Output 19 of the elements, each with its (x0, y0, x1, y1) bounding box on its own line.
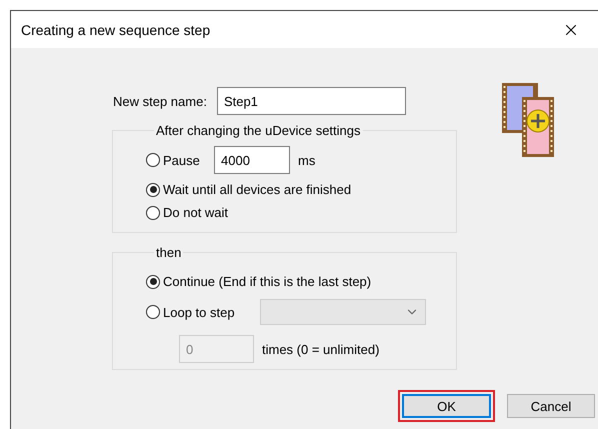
step-name-field[interactable]: Step1 (216, 87, 406, 115)
radio-label[interactable]: Continue (End if this is the last step) (163, 274, 372, 289)
group-legend: After changing the uDevice settings (154, 123, 363, 138)
pause-duration-field[interactable]: 4000 (214, 146, 290, 174)
radio-button[interactable] (146, 182, 160, 196)
group-legend: then (154, 245, 184, 260)
film-add-icon (500, 83, 556, 159)
radio-button[interactable] (146, 153, 160, 167)
unit-label: ms (298, 152, 316, 168)
radio-label[interactable]: Pause (163, 152, 200, 168)
radio-button[interactable] (146, 206, 160, 220)
dialog-button[interactable]: Cancel (507, 394, 595, 418)
step-name-label: New step name: (113, 94, 207, 108)
radio-button[interactable] (146, 274, 160, 288)
radio-label[interactable]: Do not wait (163, 205, 228, 220)
radio-label[interactable]: Wait until all devices are finished (163, 182, 352, 197)
window-title: Creating a new sequence step (21, 22, 210, 38)
dialog-button[interactable]: OK (402, 394, 491, 418)
loop-count-label: times (0 = unlimited) (262, 342, 380, 356)
